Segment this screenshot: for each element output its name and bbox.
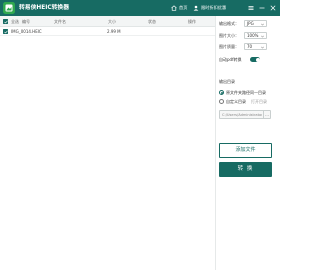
minimize-icon: [259, 7, 265, 9]
file-table-header: 全选 编号 文件名 大小 状态 操作: [0, 16, 215, 27]
output-custom-label[interactable]: 自定义目录: [226, 98, 246, 105]
format-value: JPG: [247, 21, 254, 26]
output-custom-radio[interactable]: [219, 99, 224, 104]
close-icon: [270, 5, 276, 11]
output-path-value: C:/Users/Administrator: [222, 113, 262, 117]
check-icon: [4, 20, 9, 24]
row-filename: IMG_0014.HEIC: [11, 29, 42, 34]
nav-home-label: 首页: [179, 5, 188, 10]
row-checkbox[interactable]: [3, 29, 9, 34]
close-button[interactable]: [268, 2, 278, 14]
user-icon: [193, 5, 199, 11]
select-all-checkbox[interactable]: [3, 19, 9, 24]
header-action: 操作: [188, 19, 196, 24]
output-dir-title: 输出目录: [219, 79, 235, 84]
convert-button[interactable]: 转 换: [219, 162, 272, 177]
chevron-down-icon: [261, 23, 264, 26]
nav-promo-label: 限时折扣优惠: [201, 5, 227, 10]
app-logo: [3, 2, 15, 14]
title-bar: 转易侠HEIC转换器 首页 限时折扣优惠: [0, 0, 280, 16]
output-same-radio[interactable]: [219, 90, 224, 95]
img-size-value: 100%: [247, 33, 259, 38]
nav-home[interactable]: 首页: [171, 3, 187, 13]
home-icon: [171, 5, 177, 11]
header-size: 大小: [108, 19, 116, 24]
format-label: 输出格式：: [219, 21, 239, 26]
header-status: 状态: [148, 19, 156, 24]
img-size-select[interactable]: 100%: [244, 32, 267, 39]
format-select[interactable]: JPG: [244, 20, 267, 27]
toggle-knob: [255, 57, 260, 62]
img-quality-value: 70: [247, 44, 253, 49]
header-select-all[interactable]: 全选: [11, 16, 19, 27]
auto-pdf-label: 自动pdf转换: [219, 57, 242, 62]
row-size: 2.99 M: [107, 29, 121, 34]
open-folder-link[interactable]: 打开目录: [251, 98, 267, 105]
menu-icon: [248, 6, 254, 10]
radio-dot: [221, 92, 223, 94]
chevron-down-icon: [261, 46, 264, 49]
menu-button[interactable]: [246, 2, 256, 14]
minimize-button[interactable]: [257, 2, 267, 14]
chevron-down-icon: [261, 35, 264, 38]
browse-button[interactable]: ...: [263, 111, 270, 119]
header-filename: 文件名: [54, 19, 66, 24]
output-same-label[interactable]: 原文件夹路径同一目录: [226, 89, 266, 96]
img-size-label: 图片大小：: [219, 33, 239, 38]
output-path-field[interactable]: C:/Users/Administrator ...: [219, 110, 271, 119]
auto-pdf-toggle[interactable]: [250, 57, 260, 62]
add-files-button[interactable]: 添加文件: [219, 143, 272, 158]
header-number: 编号: [22, 19, 30, 24]
app-title: 转易侠HEIC转换器: [19, 5, 70, 11]
nav-promo[interactable]: 限时折扣优惠: [193, 3, 226, 13]
img-quality-label: 图片质量：: [219, 44, 239, 49]
table-row[interactable]: IMG_0014.HEIC 2.99 M: [0, 27, 215, 36]
panel-divider: [215, 16, 216, 270]
check-icon: [4, 30, 9, 34]
img-quality-select[interactable]: 70: [244, 43, 267, 50]
